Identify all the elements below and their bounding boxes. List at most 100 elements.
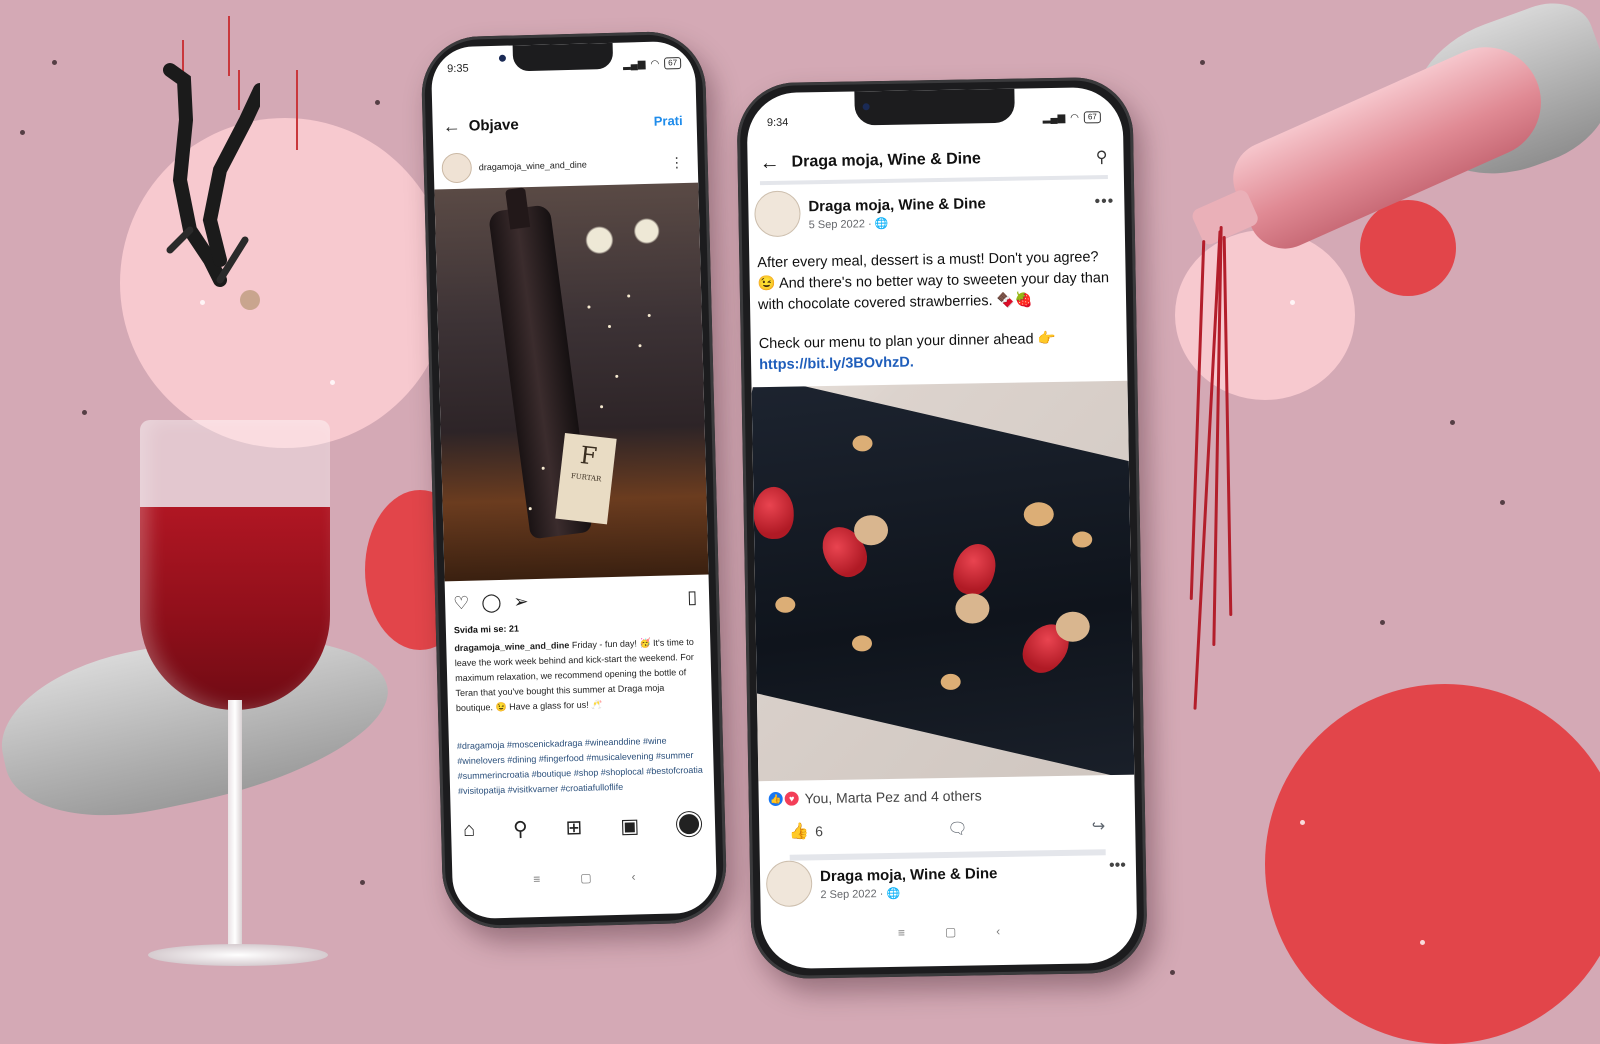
red-circle-right-small bbox=[1360, 200, 1456, 296]
like-reaction-icon: 👍 bbox=[768, 791, 783, 807]
home-icon[interactable]: ⌂ bbox=[463, 818, 476, 841]
speck bbox=[82, 410, 87, 415]
post-actions: ♡ ◯ ➢ ▯ bbox=[453, 585, 698, 615]
more-options-icon[interactable]: ⋮ bbox=[669, 154, 683, 171]
post-date[interactable]: 2 Sep 2022 · 🌐 bbox=[820, 885, 998, 901]
wine-glass-bowl bbox=[140, 420, 330, 710]
hashtags[interactable]: #dragamoja #moscenickadraga #wineanddine… bbox=[457, 733, 704, 799]
speck bbox=[1300, 820, 1305, 825]
post-author[interactable]: Draga moja, Wine & Dine bbox=[808, 195, 986, 215]
back-arrow-icon[interactable]: ← bbox=[759, 151, 779, 174]
battery-icon: 67 bbox=[1083, 111, 1101, 124]
search-icon[interactable]: ⚲ bbox=[1096, 147, 1108, 167]
caption-username[interactable]: dragamoja_wine_and_dine bbox=[454, 640, 569, 653]
send-icon[interactable]: ➢ bbox=[513, 591, 529, 612]
speck bbox=[360, 880, 365, 885]
bookmark-icon[interactable]: ▯ bbox=[687, 586, 697, 607]
avatar[interactable] bbox=[441, 152, 473, 184]
speck bbox=[1170, 970, 1175, 975]
speck bbox=[1290, 300, 1295, 305]
system-back-icon[interactable]: ‹ bbox=[631, 870, 635, 884]
love-reaction-icon: ♥ bbox=[784, 791, 799, 806]
status-time: 9:34 bbox=[766, 116, 789, 129]
like-count: 6 bbox=[815, 823, 824, 840]
heart-icon[interactable]: ♡ bbox=[453, 592, 470, 613]
post-link[interactable]: https://bit.ly/3BOvhzD. bbox=[759, 354, 914, 373]
post-caption: dragamoja_wine_and_dine Friday - fun day… bbox=[454, 635, 700, 716]
system-back-icon[interactable]: ‹ bbox=[996, 924, 1000, 938]
facebook-screen: 9:34 ▂▄▆ ◠ 67 ← Draga moja, Wine & Dine … bbox=[746, 86, 1138, 970]
speck bbox=[52, 60, 57, 65]
back-arrow-icon[interactable]: ← bbox=[442, 115, 469, 137]
system-navigation: ≡ ▢ ‹ bbox=[452, 862, 717, 893]
motion-line bbox=[296, 70, 298, 150]
reels-icon[interactable]: ▣ bbox=[620, 813, 640, 838]
bottle-tag: F FURTAR bbox=[555, 433, 617, 525]
reactions-row[interactable]: 👍 ♥ You, Marta Pez and 4 others bbox=[768, 783, 1125, 809]
signal-icon: ▂▄▆ bbox=[1042, 112, 1066, 124]
thumbs-up-icon: 👍 bbox=[789, 823, 810, 841]
facebook-phone: 9:34 ▂▄▆ ◠ 67 ← Draga moja, Wine & Dine … bbox=[736, 76, 1148, 980]
wine-glass-base bbox=[148, 944, 328, 966]
more-options-icon[interactable]: ••• bbox=[1109, 857, 1126, 875]
comment-icon[interactable]: ◯ bbox=[481, 591, 502, 613]
wifi-icon: ◠ bbox=[1070, 112, 1080, 124]
follow-button[interactable]: Prati bbox=[654, 113, 683, 129]
instagram-screen: 9:35 ▂▄▆ ◠ 67 ← Objave Prati dragamoja_w… bbox=[430, 40, 718, 920]
post-date[interactable]: 5 Sep 2022 · 🌐 bbox=[809, 215, 987, 231]
recent-apps-icon[interactable]: ≡ bbox=[533, 872, 540, 886]
strawberry bbox=[753, 486, 795, 540]
speck bbox=[1380, 620, 1385, 625]
battery-icon: 67 bbox=[664, 57, 682, 70]
status-time: 9:35 bbox=[447, 62, 469, 76]
avatar[interactable] bbox=[754, 190, 801, 238]
home-button-icon[interactable]: ▢ bbox=[580, 871, 592, 885]
system-navigation: ≡ ▢ ‹ bbox=[761, 917, 1137, 948]
speck bbox=[375, 100, 380, 105]
share-icon[interactable]: ↪ bbox=[1092, 816, 1106, 836]
bottom-navigation: ⌂ ⚲ ⊞ ▣ bbox=[463, 807, 702, 847]
avatar[interactable] bbox=[765, 860, 813, 908]
post-photo[interactable] bbox=[751, 380, 1135, 782]
speck bbox=[1500, 500, 1505, 505]
speck bbox=[20, 130, 25, 135]
search-icon[interactable]: ⚲ bbox=[513, 816, 528, 841]
page-title: Draga moja, Wine & Dine bbox=[791, 150, 981, 171]
wine-glass-stem bbox=[228, 700, 242, 950]
speck bbox=[1420, 940, 1425, 945]
add-icon[interactable]: ⊞ bbox=[565, 814, 582, 839]
signal-icon: ▂▄▆ bbox=[622, 58, 646, 71]
tag-letter: F bbox=[578, 440, 599, 471]
phone-notch bbox=[854, 88, 1015, 126]
likes-count[interactable]: Sviđa mi se: 21 bbox=[454, 623, 519, 635]
profile-icon[interactable] bbox=[676, 811, 702, 837]
more-options-icon[interactable]: ••• bbox=[1094, 193, 1114, 211]
instagram-header: ← Objave Prati bbox=[442, 107, 683, 139]
recent-apps-icon[interactable]: ≡ bbox=[898, 926, 905, 940]
tag-brand: FURTAR bbox=[570, 471, 602, 484]
post-header: Draga moja, Wine & Dine 5 Sep 2022 · 🌐 •… bbox=[754, 185, 1115, 241]
falling-man-figure bbox=[163, 63, 260, 310]
post-actions: 👍 6 🗨 ↪ bbox=[789, 811, 1106, 861]
post-author[interactable]: Draga moja, Wine & Dine bbox=[820, 865, 998, 885]
red-circle-right-large bbox=[1265, 684, 1600, 1044]
speck bbox=[1450, 420, 1455, 425]
post-text-cta: Check our menu to plan your dinner ahead… bbox=[758, 330, 1056, 353]
page-title: Objave bbox=[468, 115, 519, 135]
home-button-icon[interactable]: ▢ bbox=[945, 925, 957, 939]
wifi-icon: ◠ bbox=[650, 58, 660, 70]
post-text: After every meal, dessert is a must! Don… bbox=[757, 247, 1119, 376]
slate-plate-image bbox=[751, 380, 1135, 782]
speck bbox=[1200, 60, 1205, 65]
like-button[interactable]: 👍 6 bbox=[789, 821, 823, 842]
post-text-paragraph: After every meal, dessert is a must! Don… bbox=[757, 249, 1110, 314]
instagram-phone: 9:35 ▂▄▆ ◠ 67 ← Objave Prati dragamoja_w… bbox=[420, 30, 728, 930]
phone-notch bbox=[512, 42, 614, 72]
post-photo[interactable]: F FURTAR bbox=[434, 182, 709, 582]
post-username[interactable]: dragamoja_wine_and_dine bbox=[479, 158, 663, 173]
reactions-text: You, Marta Pez and 4 others bbox=[804, 787, 982, 807]
comment-icon[interactable]: 🗨 bbox=[947, 819, 968, 839]
facebook-header: ← Draga moja, Wine & Dine ⚲ bbox=[759, 139, 1108, 186]
next-post-header: Draga moja, Wine & Dine 2 Sep 2022 · 🌐 •… bbox=[765, 855, 1127, 911]
speck bbox=[330, 380, 335, 385]
